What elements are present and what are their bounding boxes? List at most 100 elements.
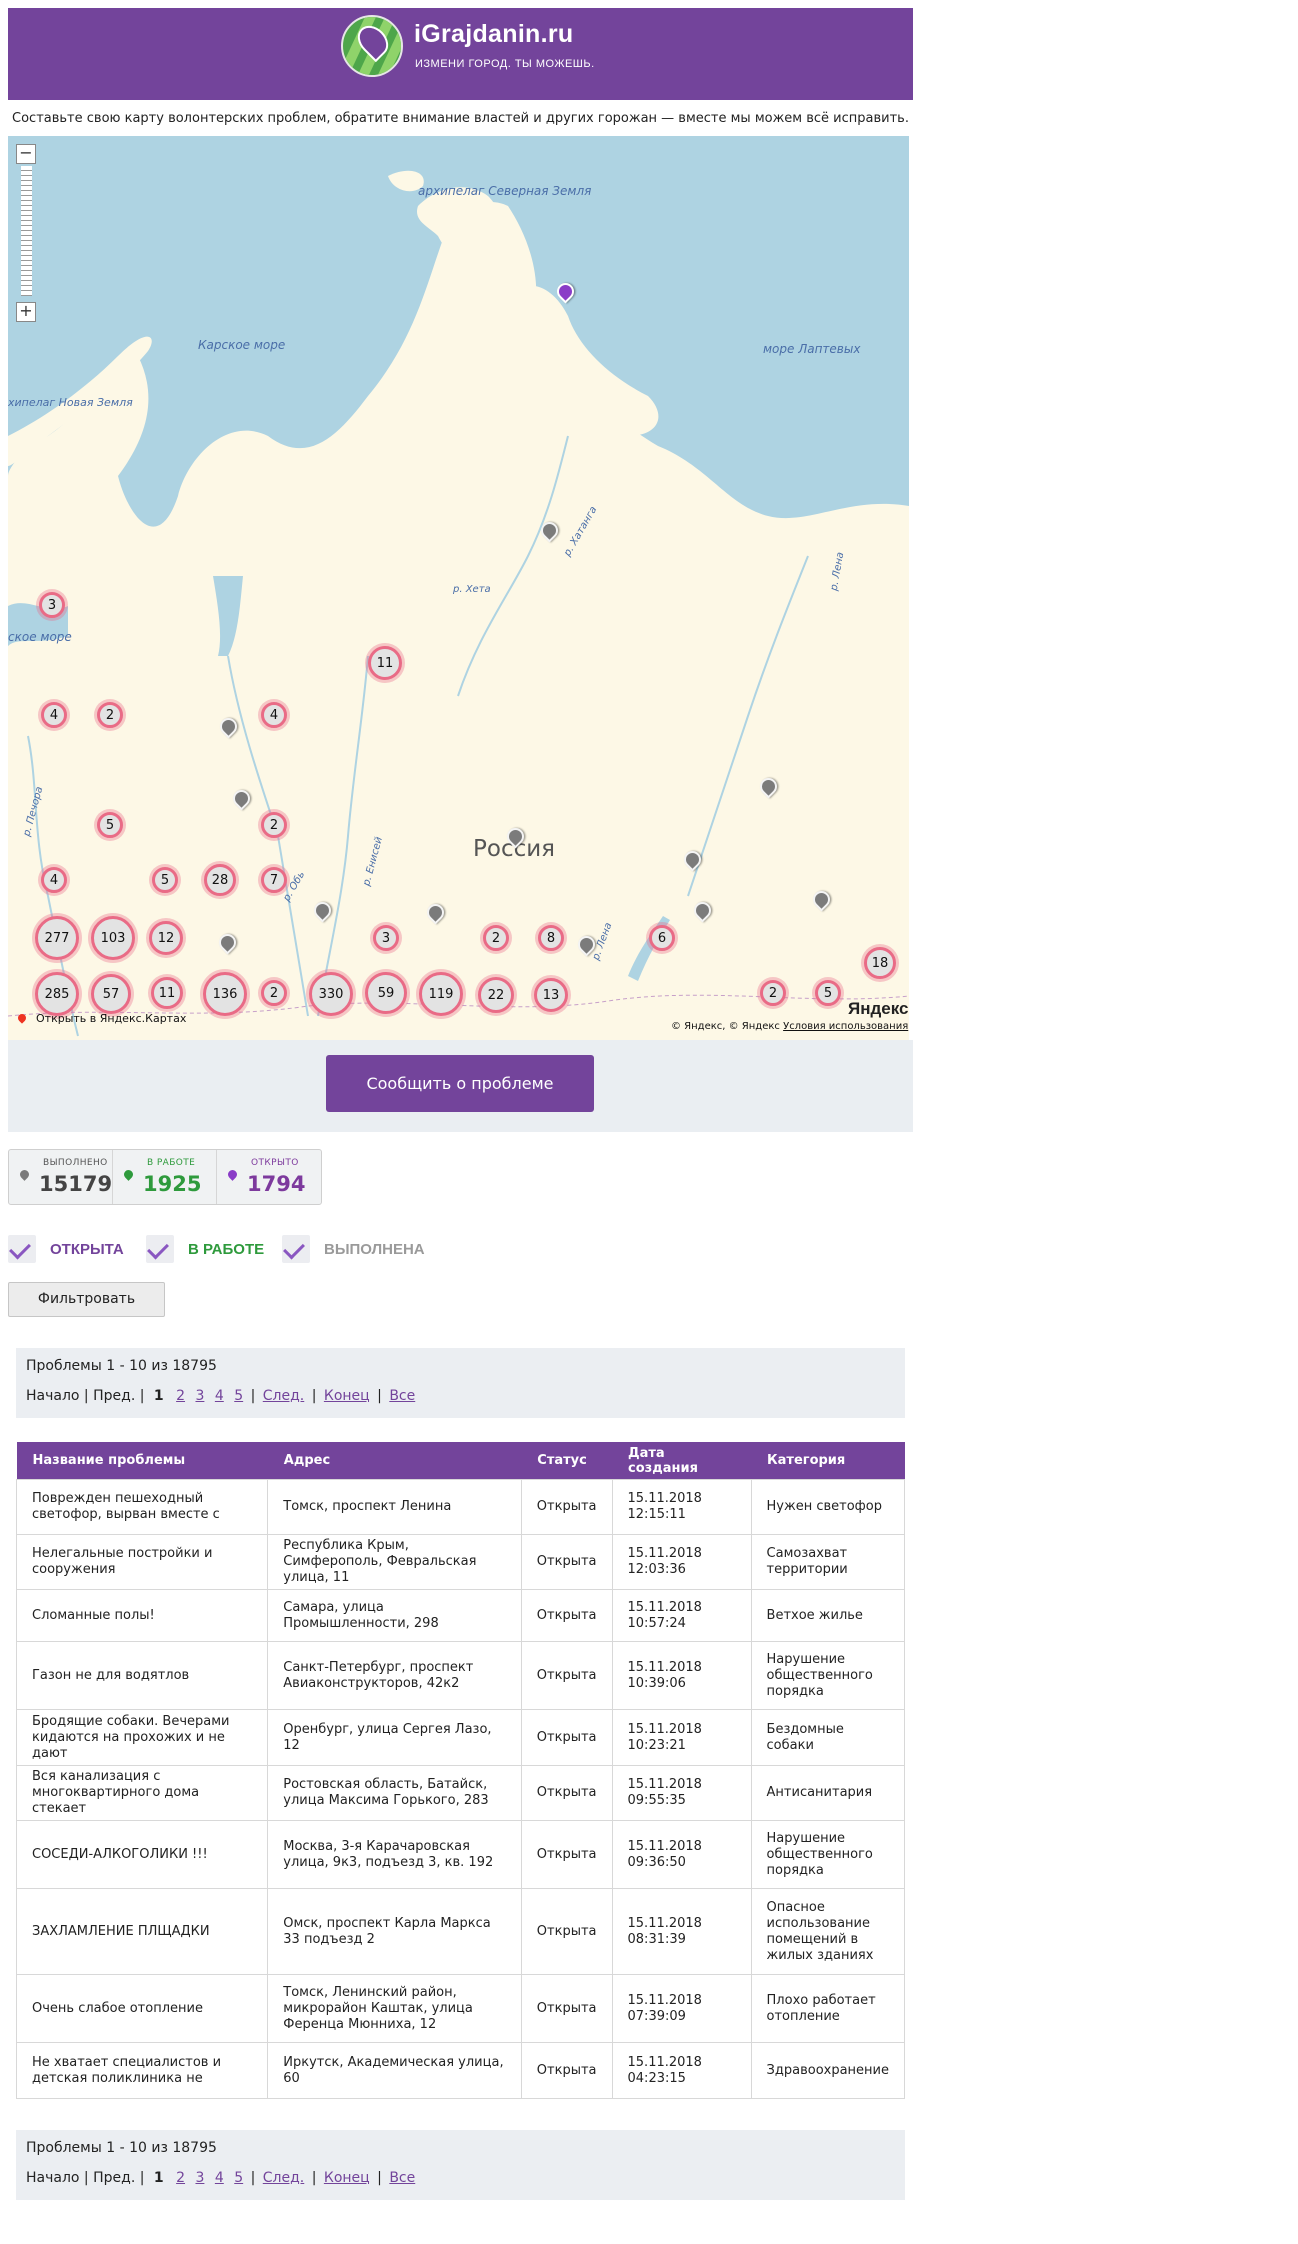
pager-all-link[interactable]: Все bbox=[389, 1388, 415, 1404]
map-cluster[interactable]: 136 bbox=[203, 972, 247, 1016]
pager-page-link[interactable]: 2 bbox=[176, 2170, 185, 2186]
status-counters: ВЫПОЛНЕНО 15179 В РАБОТЕ 1925 ОТКРЫТО 17… bbox=[8, 1149, 322, 1205]
map-cluster[interactable]: 28 bbox=[204, 864, 236, 896]
table-row[interactable]: ЗАХЛАМЛЕНИЕ ПЛЩАДКИ Омск, проспект Карла … bbox=[15, 1888, 906, 1975]
map-cluster[interactable]: 330 bbox=[309, 972, 353, 1016]
map-cluster[interactable]: 11 bbox=[368, 646, 402, 680]
map-cluster[interactable]: 2 bbox=[97, 702, 123, 728]
pager-next-link[interactable]: След. bbox=[263, 1388, 304, 1404]
pager-end-link[interactable]: Конец bbox=[324, 1388, 370, 1404]
checkbox-in-progress[interactable] bbox=[146, 1235, 174, 1263]
col-status[interactable]: Статус bbox=[521, 1442, 613, 1480]
col-date[interactable]: Дата создания bbox=[612, 1442, 752, 1480]
map-cluster[interactable]: 8 bbox=[538, 925, 564, 951]
cell-address: Томск, проспект Ленина bbox=[267, 1479, 522, 1535]
pager-end-link[interactable]: Конец bbox=[324, 2170, 370, 2186]
problems-map[interactable]: архипелаг Северная Земля Карское море мо… bbox=[8, 136, 909, 1040]
map-cluster[interactable]: 4 bbox=[41, 702, 67, 728]
table-row[interactable]: Нелегальные постройки и сооружения Респуб… bbox=[15, 1534, 906, 1590]
map-cluster[interactable]: 3 bbox=[39, 592, 65, 618]
map-cluster[interactable]: 4 bbox=[261, 702, 287, 728]
pager-page-link[interactable]: 4 bbox=[215, 2170, 224, 2186]
map-cluster[interactable]: 59 bbox=[365, 972, 407, 1014]
checkbox-done[interactable] bbox=[282, 1235, 310, 1263]
map-cluster[interactable]: 2 bbox=[261, 980, 287, 1006]
pager-page-link[interactable]: 4 bbox=[215, 1388, 224, 1404]
map-cluster[interactable]: 3 bbox=[373, 925, 399, 951]
cell-status: Открыта bbox=[520, 1709, 613, 1766]
cell-status: Открыта bbox=[520, 1888, 613, 1975]
zoom-in-button[interactable]: + bbox=[16, 302, 36, 322]
map-cluster[interactable]: 57 bbox=[91, 974, 131, 1014]
map-cluster[interactable]: 103 bbox=[91, 916, 135, 960]
map-cluster[interactable]: 18 bbox=[864, 947, 896, 979]
pager-all-link[interactable]: Все bbox=[389, 2170, 415, 2186]
map-cluster[interactable]: 5 bbox=[152, 867, 178, 893]
pager-prev: Пред. bbox=[93, 2170, 136, 2186]
pager-page-link[interactable]: 5 bbox=[234, 2170, 243, 2186]
map-cluster[interactable]: 12 bbox=[149, 921, 183, 955]
cell-title[interactable]: Не хватает специалистов и детская поликл… bbox=[15, 2042, 269, 2099]
filter-button[interactable]: Фильтровать bbox=[8, 1282, 165, 1317]
map-cluster[interactable]: 22 bbox=[478, 977, 514, 1013]
map-cluster[interactable]: 11 bbox=[151, 977, 183, 1009]
filter-done[interactable]: ВЫПОЛНЕНА bbox=[282, 1235, 425, 1263]
filter-in-progress[interactable]: В РАБОТЕ bbox=[146, 1235, 264, 1263]
cell-title[interactable]: СОСЕДИ-АЛКОГОЛИКИ !!! bbox=[15, 1820, 269, 1889]
table-row[interactable]: Очень слабое отопление Томск, Ленинский р… bbox=[15, 1974, 906, 2043]
map-label-west-sea: ское море bbox=[8, 630, 72, 644]
cell-title[interactable]: Бродящие собаки. Вечерами кидаются на пр… bbox=[15, 1709, 269, 1766]
map-cluster[interactable]: 119 bbox=[419, 972, 463, 1016]
col-title[interactable]: Название проблемы bbox=[16, 1442, 268, 1480]
terms-link[interactable]: Условия использования bbox=[783, 1021, 908, 1032]
map-cluster[interactable]: 2 bbox=[483, 925, 509, 951]
cell-title[interactable]: Нелегальные постройки и сооружения bbox=[15, 1534, 269, 1590]
zoom-slider[interactable] bbox=[21, 166, 32, 296]
map-copyright: © Яндекс, © Яндекс Условия использования bbox=[671, 1021, 908, 1032]
cell-title[interactable]: Очень слабое отопление bbox=[15, 1974, 269, 2043]
cell-title[interactable]: Вся канализация с многоквартирного дома … bbox=[15, 1765, 269, 1821]
map-cluster[interactable]: 285 bbox=[35, 972, 79, 1016]
table-row[interactable]: Поврежден пешеходный светофор, вырван вм… bbox=[15, 1479, 906, 1535]
zoom-out-button[interactable]: − bbox=[16, 144, 36, 164]
cell-status: Открыта bbox=[520, 2042, 613, 2099]
filter-open[interactable]: ОТКРЫТА bbox=[8, 1235, 124, 1263]
cell-title[interactable]: Поврежден пешеходный светофор, вырван вм… bbox=[15, 1479, 269, 1535]
col-category[interactable]: Категория bbox=[751, 1442, 905, 1480]
map-cluster[interactable]: 5 bbox=[97, 812, 123, 838]
col-address[interactable]: Адрес bbox=[267, 1442, 522, 1480]
pager-next-link[interactable]: След. bbox=[263, 2170, 304, 2186]
map-cluster[interactable]: 5 bbox=[815, 980, 841, 1006]
table-row[interactable]: Не хватает специалистов и детская поликл… bbox=[15, 2042, 906, 2099]
yandex-logo[interactable]: Яндекс bbox=[848, 999, 908, 1019]
map-cluster[interactable]: 2 bbox=[261, 812, 287, 838]
cell-date: 15.11.2018 10:23:21 bbox=[611, 1709, 752, 1766]
table-row[interactable]: СОСЕДИ-АЛКОГОЛИКИ !!! Москва, 3-я Карачар… bbox=[15, 1820, 906, 1889]
pager-page-link[interactable]: 3 bbox=[195, 1388, 204, 1404]
pager-page-link[interactable]: 3 bbox=[195, 2170, 204, 2186]
map-cluster[interactable]: 277 bbox=[35, 916, 79, 960]
checkbox-open[interactable] bbox=[8, 1235, 36, 1263]
table-row[interactable]: Сломанные полы! Самара, улица Промышленно… bbox=[15, 1589, 906, 1642]
map-cluster[interactable]: 4 bbox=[41, 867, 67, 893]
map-cluster[interactable]: 7 bbox=[261, 867, 287, 893]
cell-title[interactable]: ЗАХЛАМЛЕНИЕ ПЛЩАДКИ bbox=[15, 1888, 269, 1975]
pin-grey-icon bbox=[18, 1168, 31, 1181]
map-cluster[interactable]: 6 bbox=[649, 925, 675, 951]
open-in-yandex-label[interactable]: Открыть в Яндекс.Картах bbox=[36, 1012, 186, 1025]
cell-date: 15.11.2018 09:36:50 bbox=[611, 1820, 752, 1889]
table-row[interactable]: Бродящие собаки. Вечерами кидаются на пр… bbox=[15, 1709, 906, 1766]
zoom-control[interactable]: − + bbox=[16, 144, 38, 322]
filter-open-label: ОТКРЫТА bbox=[50, 1240, 124, 1258]
map-cluster[interactable]: 2 bbox=[760, 980, 786, 1006]
pager-page-link[interactable]: 2 bbox=[176, 1388, 185, 1404]
map-cluster[interactable]: 13 bbox=[534, 978, 568, 1012]
report-problem-button[interactable]: Сообщить о проблеме bbox=[326, 1055, 594, 1112]
table-row[interactable]: Вся канализация с многоквартирного дома … bbox=[15, 1765, 906, 1821]
cell-title[interactable]: Сломанные полы! bbox=[15, 1589, 269, 1642]
open-in-yandex-link[interactable]: Открыть в Яндекс.Картах bbox=[16, 1012, 186, 1025]
pager-page-link[interactable]: 5 bbox=[234, 1388, 243, 1404]
site-title[interactable]: iGrajdanin.ru bbox=[414, 20, 573, 49]
table-row[interactable]: Газон не для водятлов Санкт-Петербург, пр… bbox=[15, 1641, 906, 1710]
cell-title[interactable]: Газон не для водятлов bbox=[15, 1641, 269, 1710]
